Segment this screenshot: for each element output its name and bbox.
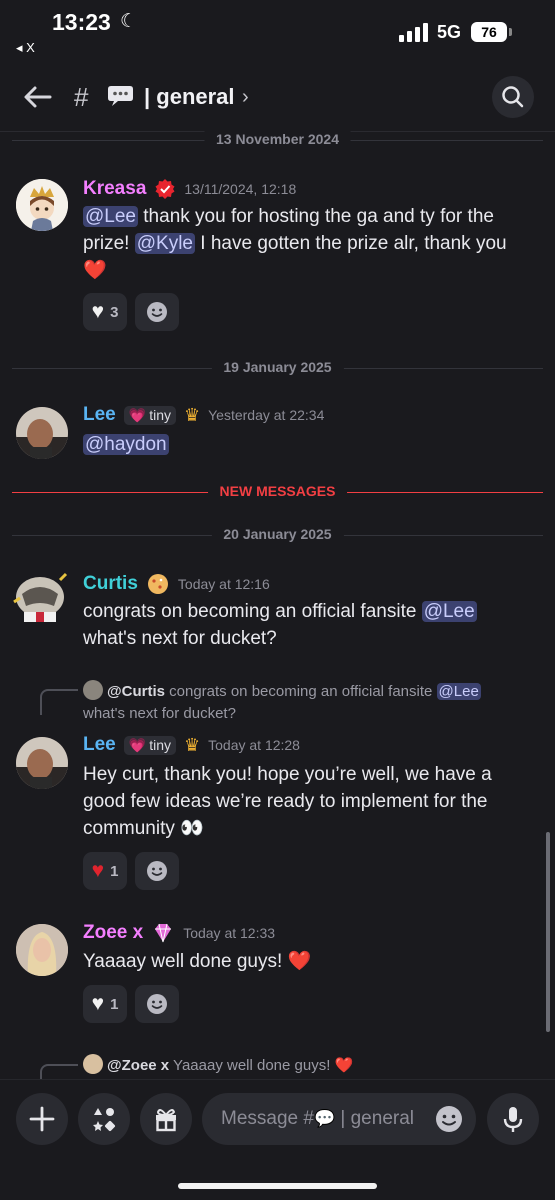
voice-message-button[interactable]	[487, 1093, 539, 1145]
channel-hash: #	[74, 82, 89, 112]
date-divider: 20 January 2025	[12, 526, 543, 546]
apps-button[interactable]	[78, 1093, 130, 1145]
timestamp: Today at 12:16	[177, 576, 270, 592]
message-content: Yaaaay well done guys! ❤️	[83, 951, 312, 972]
heart-icon: 💗	[128, 736, 147, 753]
message-placeholder: Message #💬 | general	[221, 1108, 415, 1129]
speech-bubble-icon	[108, 86, 133, 106]
battery-icon: 76	[471, 22, 507, 42]
red-heart-icon: ♥	[91, 859, 105, 882]
gift-button[interactable]	[140, 1093, 192, 1145]
author-name[interactable]: Curtis	[83, 573, 138, 595]
avatar[interactable]	[16, 737, 68, 789]
message-content: @haydon	[83, 431, 533, 458]
heart-icon: 💗	[128, 406, 147, 423]
user-mention[interactable]: @Lee	[421, 601, 477, 622]
avatar[interactable]	[16, 179, 68, 231]
reply-preview[interactable]: @Curtis congrats on becoming an official…	[83, 680, 523, 725]
home-indicator[interactable]	[178, 1183, 377, 1189]
white-heart-icon: ♥	[91, 992, 105, 1015]
add-reaction-button[interactable]	[135, 852, 179, 890]
timestamp: Today at 12:33	[183, 925, 276, 941]
avatar-art	[16, 179, 68, 231]
message-composer: Message #💬 | general	[0, 1079, 555, 1200]
plus-icon	[29, 1106, 55, 1132]
apps-icon	[93, 1108, 116, 1132]
reaction-white-heart[interactable]: ♥ 1	[83, 985, 127, 1023]
avatar[interactable]	[16, 924, 68, 976]
author-name[interactable]: Lee	[83, 734, 116, 756]
message-input[interactable]: Message #💬 | general	[202, 1093, 476, 1145]
message-content: congrats on becoming an official fansite…	[83, 601, 477, 649]
date-divider: 13 November 2024	[12, 131, 543, 151]
signal-icon	[399, 22, 431, 42]
moon-icon: ☾	[120, 11, 138, 32]
user-mention[interactable]: @Kyle	[134, 233, 195, 254]
red-heart-emoji: ❤️	[83, 260, 107, 281]
reply-preview[interactable]: @Zoee x Yaaaay well done guys! ❤️	[83, 1054, 523, 1077]
red-heart-emoji: ❤️	[334, 1057, 354, 1074]
author-name[interactable]: Zoee x	[83, 922, 143, 944]
channel-header: # | general ›	[0, 70, 555, 132]
message-content: @Lee thank you for hosting the ga and ty…	[83, 206, 507, 281]
reaction-red-heart[interactable]: ♥ 1	[83, 852, 127, 890]
new-messages-divider: NEW MESSAGES	[12, 483, 543, 503]
search-button[interactable]	[492, 76, 534, 118]
crown-icon: ♛	[183, 404, 201, 425]
avatar-art	[16, 407, 68, 459]
search-icon	[502, 86, 524, 108]
clock: 13:23	[52, 9, 111, 35]
network-type: 5G	[437, 22, 462, 42]
timestamp: 13/11/2024, 12:18	[184, 181, 297, 197]
message-content: Hey curt, thank you! hope you’re well, w…	[83, 764, 492, 839]
crown-icon: ♛	[183, 734, 201, 755]
avatar-art	[13, 572, 68, 622]
author-name[interactable]: Lee	[83, 404, 116, 426]
white-heart-icon: ♥	[91, 300, 105, 323]
eyes-emoji: 👀	[180, 818, 204, 839]
verified-badge-icon	[155, 179, 175, 199]
role-tag[interactable]: 💗 tiny	[123, 735, 176, 755]
emoji-icon[interactable]	[434, 1104, 464, 1134]
gem-badge-icon	[155, 923, 172, 943]
battery-tip	[509, 28, 512, 36]
avatar[interactable]	[10, 572, 70, 632]
add-reaction-icon	[147, 861, 167, 881]
add-reaction-icon	[147, 994, 167, 1014]
reply-connector	[40, 689, 78, 715]
reply-avatar	[83, 680, 103, 700]
status-bar: 13:23 ☾ ◂ X 5G 76	[0, 0, 555, 70]
scrollbar[interactable]	[546, 832, 550, 1032]
back-arrow-icon[interactable]	[20, 82, 56, 112]
red-heart-emoji: ❤️	[287, 951, 312, 972]
cookie-badge-icon	[147, 574, 168, 594]
timestamp: Yesterday at 22:34	[208, 407, 325, 423]
date-divider: 19 January 2025	[12, 359, 543, 379]
avatar-art	[16, 924, 68, 976]
avatar[interactable]	[16, 407, 68, 459]
add-reaction-button[interactable]	[135, 985, 179, 1023]
user-mention[interactable]: @haydon	[83, 434, 169, 455]
add-attachment-button[interactable]	[16, 1093, 68, 1145]
timestamp: Today at 12:28	[208, 737, 300, 753]
gift-icon	[156, 1109, 176, 1132]
author-name[interactable]: Kreasa	[83, 178, 146, 200]
microphone-icon	[503, 1107, 523, 1132]
role-tag[interactable]: 💗 tiny	[123, 405, 176, 425]
avatar-art	[16, 737, 68, 789]
add-reaction-button[interactable]	[135, 293, 179, 331]
back-to-app[interactable]: ◂ X	[16, 40, 35, 56]
speech-bubble-icon: 💬	[313, 1109, 336, 1128]
channel-title[interactable]: | general	[144, 84, 235, 110]
chevron-right-icon[interactable]: ›	[242, 86, 249, 109]
reaction-white-heart[interactable]: ♥ 3	[83, 293, 127, 331]
add-reaction-icon	[147, 302, 167, 322]
reply-avatar	[83, 1054, 103, 1074]
user-mention[interactable]: @Lee	[83, 206, 138, 227]
